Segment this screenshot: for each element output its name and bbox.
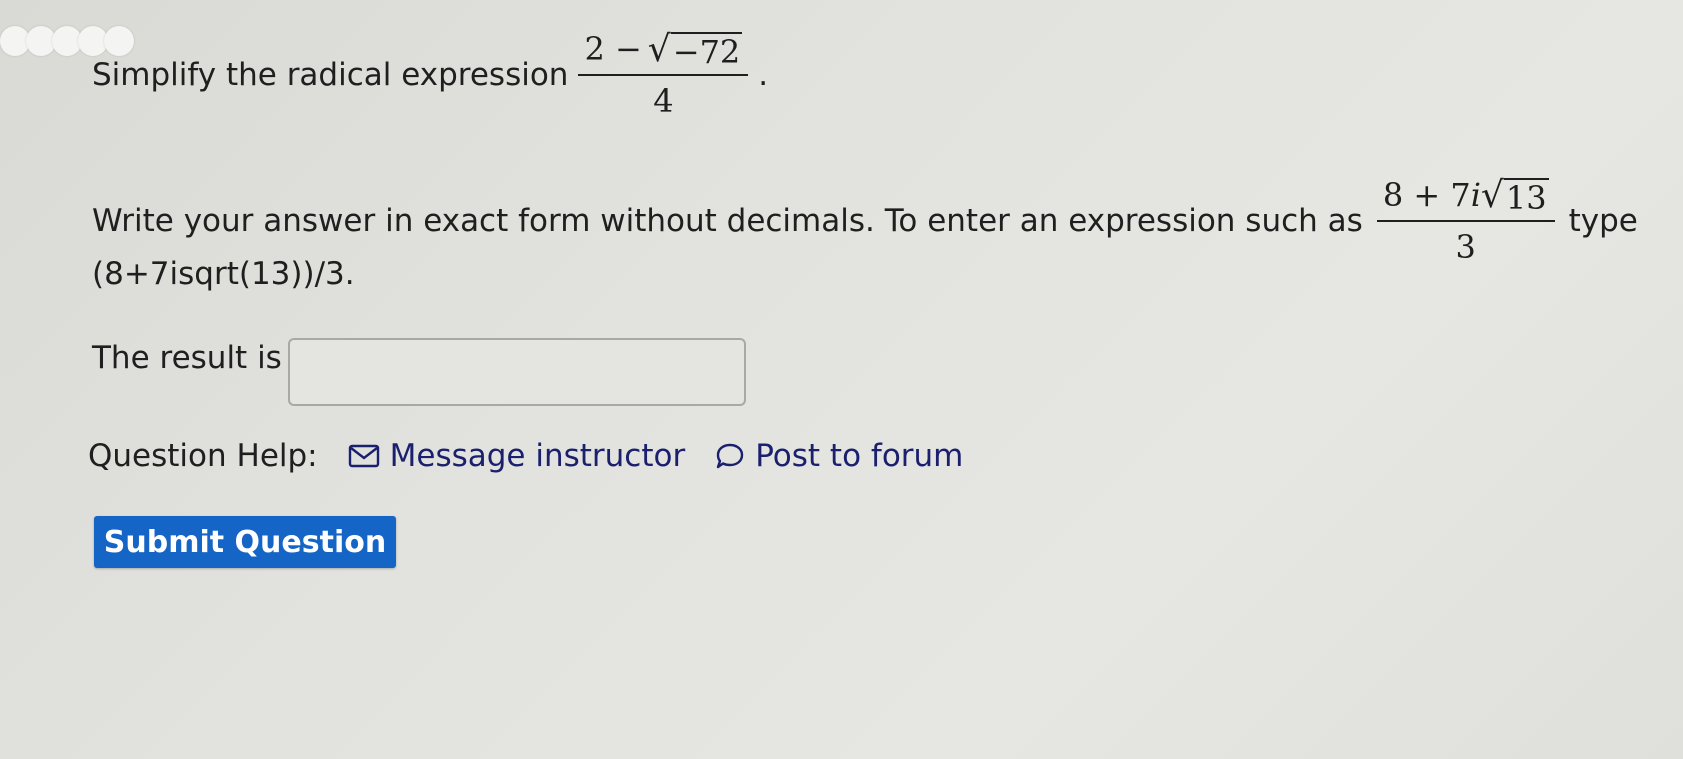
radical-expression: 2 − √ −72 4 xyxy=(578,29,749,120)
example-expression: 8 + 7i √ 13 3 xyxy=(1376,175,1555,266)
envelope-icon xyxy=(348,444,379,468)
prompt-period: . xyxy=(758,57,769,93)
question-prompt: Simplify the radical expression 2 − √ −7… xyxy=(92,30,768,120)
message-instructor-label: Message instructor xyxy=(389,438,686,474)
result-input[interactable] xyxy=(288,338,746,406)
question-help: Question Help: Message instructor Post t… xyxy=(88,438,963,474)
type-word: type xyxy=(1568,203,1638,239)
example-radicand: 13 xyxy=(1503,178,1549,217)
result-label-row: The result is xyxy=(92,340,282,376)
prompt-text: Simplify the radical expression xyxy=(92,57,569,93)
expression-numerator: 2 − √ −72 xyxy=(578,29,749,76)
result-label: The result is xyxy=(92,340,282,376)
radicand: −72 xyxy=(670,32,743,71)
speech-bubble-icon xyxy=(717,443,744,469)
post-to-forum-label: Post to forum xyxy=(755,438,964,474)
question-page: Simplify the radical expression 2 − √ −7… xyxy=(0,0,1683,759)
post-to-forum-link[interactable]: Post to forum xyxy=(715,438,963,474)
example-text-line: (8+7isqrt(13))/3. xyxy=(92,256,355,292)
instructions-text: Write your answer in exact form without … xyxy=(92,203,1363,239)
expression-denominator: 4 xyxy=(653,82,674,120)
question-help-label: Question Help: xyxy=(88,438,318,474)
sqrt-icon: √ xyxy=(647,29,671,70)
example-denominator: 3 xyxy=(1455,228,1476,266)
example-text: (8+7isqrt(13))/3. xyxy=(92,256,355,292)
sqrt-icon: √ xyxy=(1480,175,1504,216)
message-instructor-link[interactable]: Message instructor xyxy=(348,438,686,474)
submit-question-button[interactable]: Submit Question xyxy=(94,516,396,568)
example-numerator: 8 + 7i √ 13 xyxy=(1376,175,1555,222)
instructions-line: Write your answer in exact form without … xyxy=(92,176,1638,266)
